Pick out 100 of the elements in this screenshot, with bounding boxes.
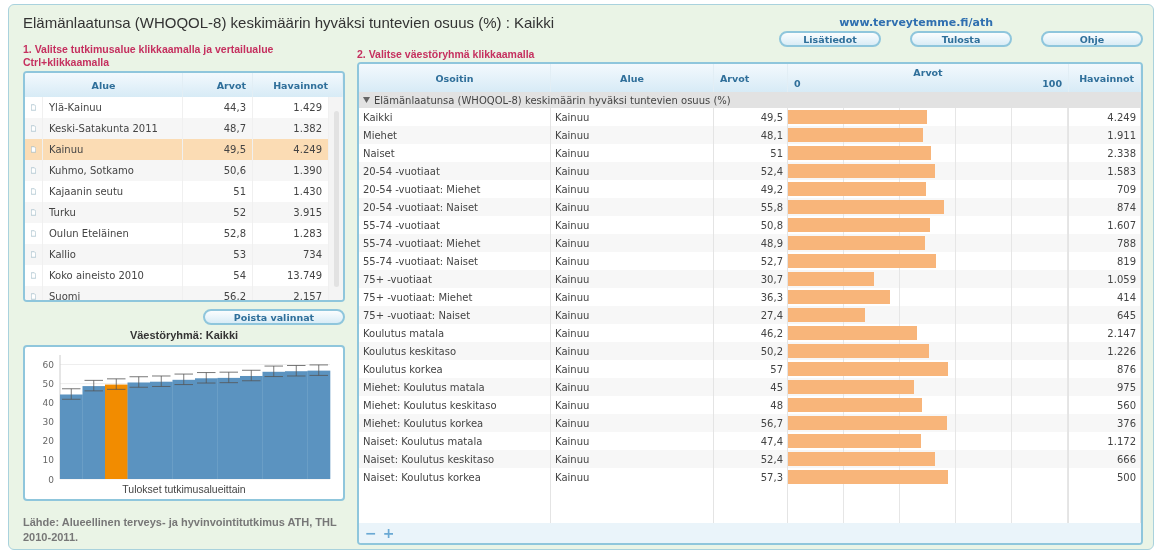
indicator-name[interactable]: 75+ -vuotiaat [359,270,551,288]
table-cell: 645 [1069,306,1141,324]
toolbar-button[interactable]: Tulosta [910,31,1012,47]
axis-tick-label: 40 [42,398,54,409]
axis-min-label: 0 [794,78,801,89]
table-cell: 1.390 [253,160,329,181]
table-cell: 50,2 [714,342,788,360]
area-name[interactable]: Kallio [43,244,183,265]
table-cell: 53 [183,244,253,265]
column-header[interactable]: Osoitin [359,64,551,92]
error-bar [151,375,171,388]
column-header[interactable]: Arvot [183,73,253,97]
table-cell: Kainuu [551,414,714,432]
source-note: Lähde: Alueellinen terveys- ja hyvinvointitutkimus ATH, THL 2010-2011. [23,515,338,545]
column-header[interactable]: Arvot [714,64,788,92]
table-cell: 2.157 [253,286,329,301]
indicator-name[interactable]: Naiset: Koulutus keskitaso [359,450,551,468]
column-header[interactable]: Havainnot [253,73,343,97]
error-bar [286,365,306,377]
area-name[interactable]: Keski-Satakunta 2011 [43,118,183,139]
table-cell: 1.911 [1069,126,1141,144]
table-cell: 1.583 [1069,162,1141,180]
table-cell: Kainuu [551,198,714,216]
document-icon [31,165,36,176]
indicator-name[interactable]: 55-74 -vuotiaat: Miehet [359,234,551,252]
indicator-name[interactable]: 75+ -vuotiaat: Naiset [359,306,551,324]
table-cell: 734 [253,244,329,265]
indicator-name[interactable]: 20-54 -vuotiaat: Naiset [359,198,551,216]
axis-label: Tulokset tutkimusalueittain [122,483,246,495]
table-cell: 975 [1069,378,1141,396]
document-icon [31,102,36,113]
error-bar [309,364,329,377]
error-bar [106,378,126,390]
clear-button[interactable]: Poista valinnat [203,309,345,326]
caret-icon[interactable] [363,97,370,103]
table-cell: Kainuu [551,162,714,180]
table-cell: Kainuu [551,306,714,324]
area-name[interactable]: Turku [43,202,183,223]
document-icon [31,207,36,218]
table-cell: 48,7 [183,118,253,139]
table-cell: 376 [1069,414,1141,432]
column-header[interactable]: Arvot [794,67,1062,78]
axis-max-label: 100 [1042,78,1062,89]
table-cell: Kainuu [551,342,714,360]
table-cell: 50,6 [183,160,253,181]
table-cell: 52,4 [714,450,788,468]
table-cell: 55,8 [714,198,788,216]
error-bar [196,372,216,384]
error-bar [241,370,261,382]
table-cell: 874 [1069,198,1141,216]
indicator-name[interactable]: Miehet: Koulutus korkea [359,414,551,432]
error-bar [264,365,284,378]
area-name[interactable]: Suomi [43,286,183,301]
table-cell: 3.915 [253,202,329,223]
table-cell: 27,4 [714,306,788,324]
area-name[interactable]: Kuhmo, Sotkamo [43,160,183,181]
toolbar-button[interactable]: Lisätiedot [779,31,881,47]
table-cell: 4.249 [253,139,329,160]
table-cell: 56,2 [183,286,253,301]
indicator-name[interactable]: 20-54 -vuotiaat [359,162,551,180]
column-header[interactable]: Alue [551,64,714,92]
indicator-name[interactable]: Miehet [359,126,551,144]
axis-tick-label: 50 [42,379,54,390]
table-cell: 788 [1069,234,1141,252]
column-header[interactable]: Alue [25,73,183,97]
table-cell: Kainuu [551,126,714,144]
axis-tick-label: 30 [42,417,54,428]
toolbar-button[interactable]: Ohje [1041,31,1143,47]
error-bar [174,373,194,386]
table-cell: 56,7 [714,414,788,432]
area-name[interactable]: Kainuu [43,139,183,160]
website-link[interactable]: www.terveytemme.fi/ath [839,15,993,29]
chart-title: Väestöryhmä: Kaikki [128,329,240,342]
instruction-text: 2. Valitse väestöryhmä klikkaamalla [357,48,535,61]
error-bar [84,380,104,392]
table-cell: 52 [183,202,253,223]
table-cell: 666 [1069,450,1141,468]
document-icon [31,270,36,281]
table-cell: 1.226 [1069,342,1141,360]
document-icon [31,123,36,134]
table-cell: 45 [714,378,788,396]
column-header[interactable]: Havainnot [1069,64,1141,92]
table-cell: Kainuu [551,270,714,288]
table-cell: Kainuu [551,378,714,396]
page-title: Elämänlaatunsa (WHOQOL-8) keskimäärin hyväksi tuntevien osuus (%) : Kaikki [23,13,556,31]
group-label: Elämänlaatunsa (WHOQOL-8) keskimäärin hyväksi tuntevien osuus (%) [374,94,731,106]
table-cell: Kainuu [551,450,714,468]
instruction-text: 1. Valitse tutkimusalue klikkaamalla ja vertailualue Ctrl+klikkaamalla [23,43,275,69]
error-bar [219,372,239,384]
document-icon [31,144,36,155]
table-cell: 30,7 [714,270,788,288]
table-cell: 49,5 [183,139,253,160]
document-icon [31,186,36,197]
indicator-name[interactable]: Miehet: Koulutus matala [359,378,551,396]
table-cell: 48,1 [714,126,788,144]
table-cell: Kainuu [551,234,714,252]
axis-tick-label: 10 [42,455,54,466]
error-bar [61,388,81,400]
table-cell: 1.382 [253,118,329,139]
indicator-name[interactable]: Koulutus keskitaso [359,342,551,360]
